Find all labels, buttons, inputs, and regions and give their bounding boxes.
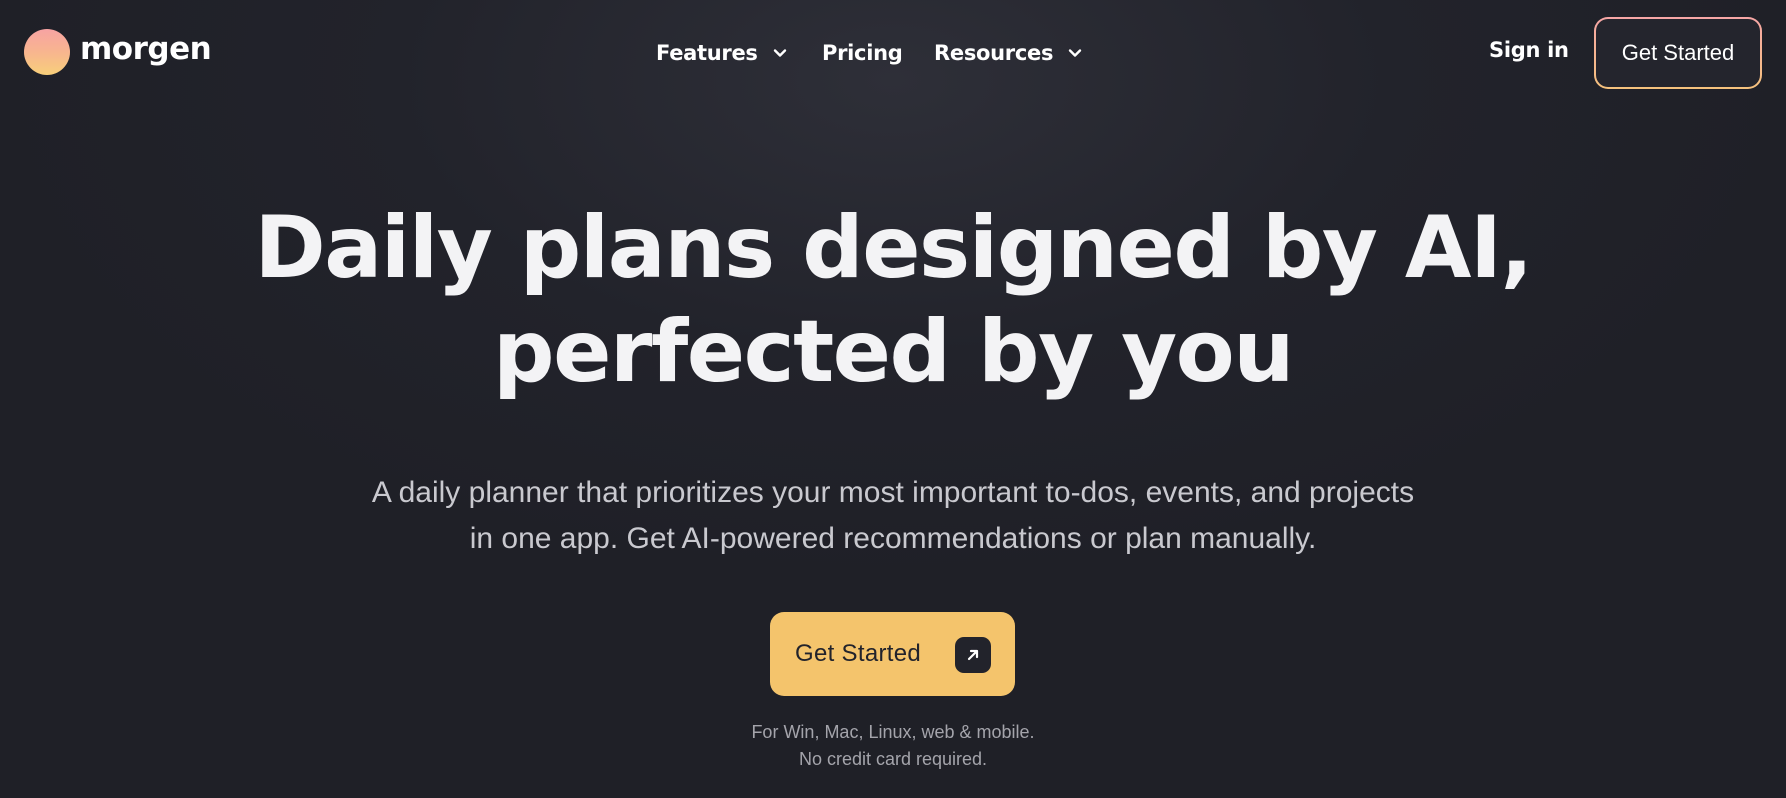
- nav-item-resources[interactable]: Resources: [934, 41, 1084, 65]
- hero-subtitle-line: A daily planner that prioritizes your mo…: [371, 476, 1415, 509]
- hero-title-line: perfected by you: [493, 302, 1294, 402]
- main-nav: Features Pricing Resources: [656, 36, 1084, 70]
- sign-in-link[interactable]: Sign in: [1489, 38, 1569, 62]
- platform-note-line: For Win, Mac, Linux, web & mobile.: [751, 722, 1035, 742]
- sunrise-circle-icon: [24, 29, 70, 75]
- hero-subtitle-line: in one app. Get AI-powered recommendatio…: [469, 522, 1317, 555]
- nav-item-label: Resources: [934, 41, 1054, 65]
- hero-subtitle: A daily planner that prioritizes your mo…: [0, 470, 1786, 562]
- site-header: morgen Features Pricing Resources Sign i…: [0, 0, 1786, 106]
- logo-link[interactable]: morgen: [24, 29, 212, 75]
- platform-note: For Win, Mac, Linux, web & mobile. No cr…: [0, 719, 1786, 773]
- nav-item-pricing[interactable]: Pricing: [822, 41, 934, 65]
- get-started-label: Get Started: [795, 640, 922, 667]
- nav-item-features[interactable]: Features: [656, 41, 822, 65]
- brand-name: morgen: [80, 30, 212, 67]
- header-get-started-button[interactable]: Get Started: [1594, 17, 1762, 89]
- nav-item-label: Pricing: [822, 41, 903, 65]
- nav-item-label: Features: [656, 41, 758, 65]
- hero-title: Daily plans designed by AI, perfected by…: [0, 196, 1786, 404]
- arrow-up-right-icon: [955, 637, 991, 673]
- header-get-started-label: Get Started: [1596, 19, 1760, 87]
- credit-card-note: No credit card required.: [798, 749, 988, 769]
- chevron-down-icon: [1068, 49, 1082, 57]
- chevron-down-icon: [773, 49, 786, 57]
- get-started-button[interactable]: Get Started: [770, 612, 1015, 696]
- hero-title-line: Daily plans designed by AI,: [254, 198, 1533, 298]
